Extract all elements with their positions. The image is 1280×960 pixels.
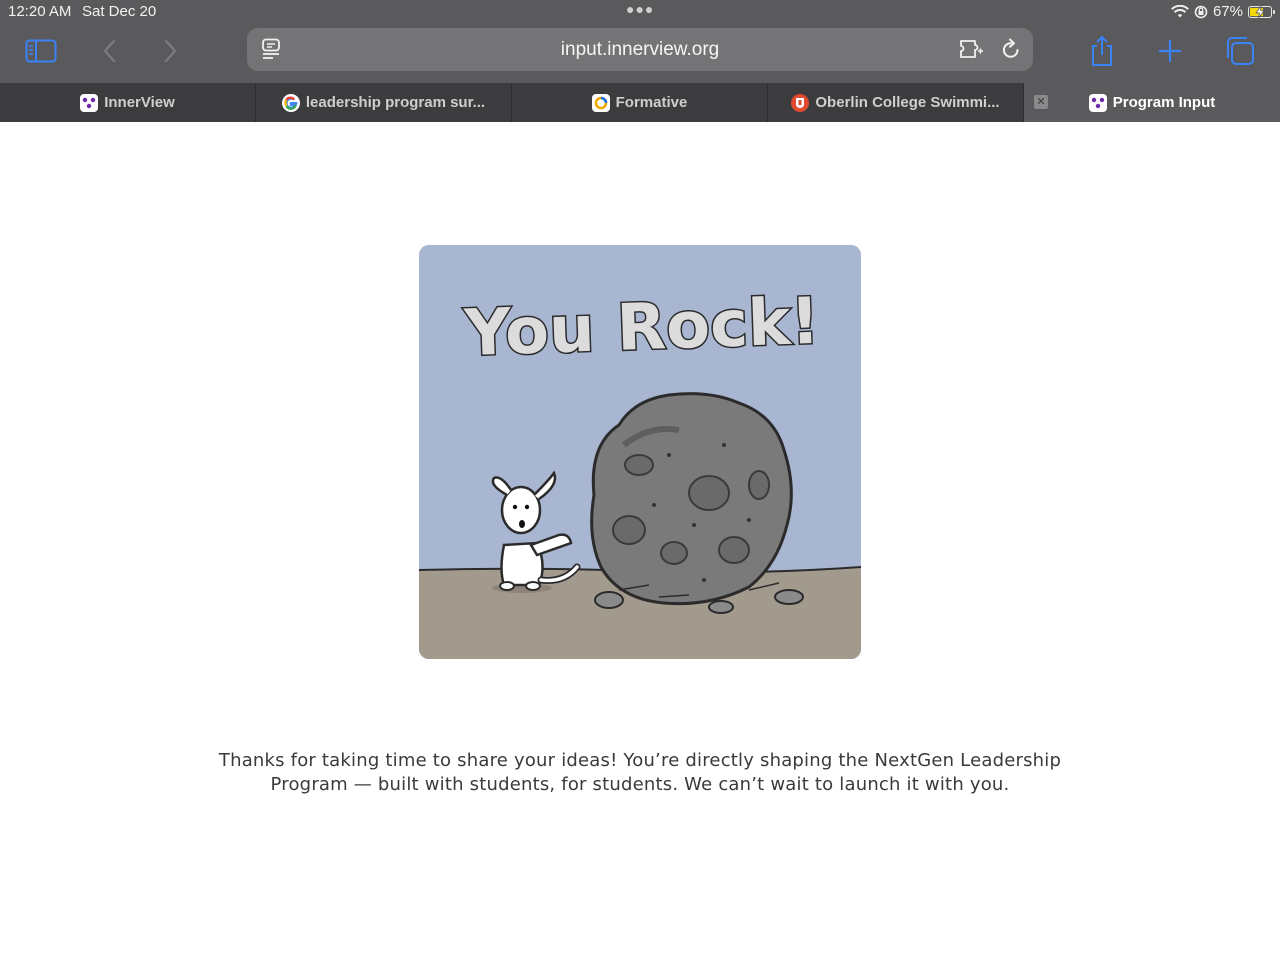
new-tab-icon[interactable]: [1152, 36, 1188, 66]
tab-program-input[interactable]: ✕ Program Input: [1024, 83, 1280, 122]
address-bar[interactable]: input.innerview.org: [247, 28, 1033, 71]
thank-you-message: Thanks for taking time to share your ide…: [200, 749, 1080, 797]
status-right: 67%: [1171, 3, 1275, 20]
status-date: Sat Dec 20: [82, 3, 157, 20]
tab-overview-icon[interactable]: [1222, 36, 1258, 66]
sidebar-icon[interactable]: [23, 36, 59, 66]
message-line-1: Thanks for taking time to share your ide…: [218, 750, 1062, 771]
tab-innerview[interactable]: InnerView: [0, 83, 256, 122]
you-rock-illustration: You Rock!: [419, 245, 861, 659]
you-rock-caption: You Rock!: [462, 285, 821, 371]
battery-percent: 67%: [1212, 3, 1243, 20]
oberlin-favicon: [791, 93, 810, 112]
tab-label: InnerView: [104, 94, 175, 111]
orientation-lock-icon: [1194, 5, 1208, 18]
innerview-favicon: [80, 93, 99, 112]
forward-icon[interactable]: [152, 36, 188, 66]
tab-label: Oberlin College Swimmi...: [815, 94, 1000, 111]
tab-label: Formative: [615, 94, 688, 111]
wifi-icon: [1171, 4, 1189, 17]
tab-label: leadership program sur...: [305, 94, 486, 111]
extension-icon[interactable]: [959, 39, 985, 64]
back-icon[interactable]: [92, 36, 128, 66]
url-text[interactable]: input.innerview.org: [247, 39, 1033, 61]
tab-bar: InnerView leadership program sur... Form…: [0, 83, 1280, 122]
tab-oberlin-swimming[interactable]: Oberlin College Swimmi...: [768, 83, 1024, 122]
google-favicon: [281, 93, 300, 112]
status-time: 12:20 AM: [8, 3, 72, 20]
innerview-favicon: [1088, 93, 1107, 112]
tab-formative[interactable]: Formative: [512, 83, 768, 122]
tab-leadership-survey[interactable]: leadership program sur...: [256, 83, 512, 122]
tab-label: Program Input: [1112, 94, 1216, 111]
close-tab-icon[interactable]: ✕: [1034, 95, 1048, 109]
reload-icon[interactable]: [1001, 38, 1021, 65]
browser-toolbar: input.innerview.org: [0, 24, 1280, 83]
formative-favicon: [591, 93, 610, 112]
message-line-2: Program — built with students, for stude…: [270, 774, 1010, 795]
share-icon[interactable]: [1084, 35, 1120, 66]
battery-charging-icon: [1248, 5, 1275, 18]
multitasking-dots-icon[interactable]: ●●●: [626, 1, 654, 17]
status-bar: 12:20 AM Sat Dec 20 ●●● 67%: [0, 0, 1280, 24]
